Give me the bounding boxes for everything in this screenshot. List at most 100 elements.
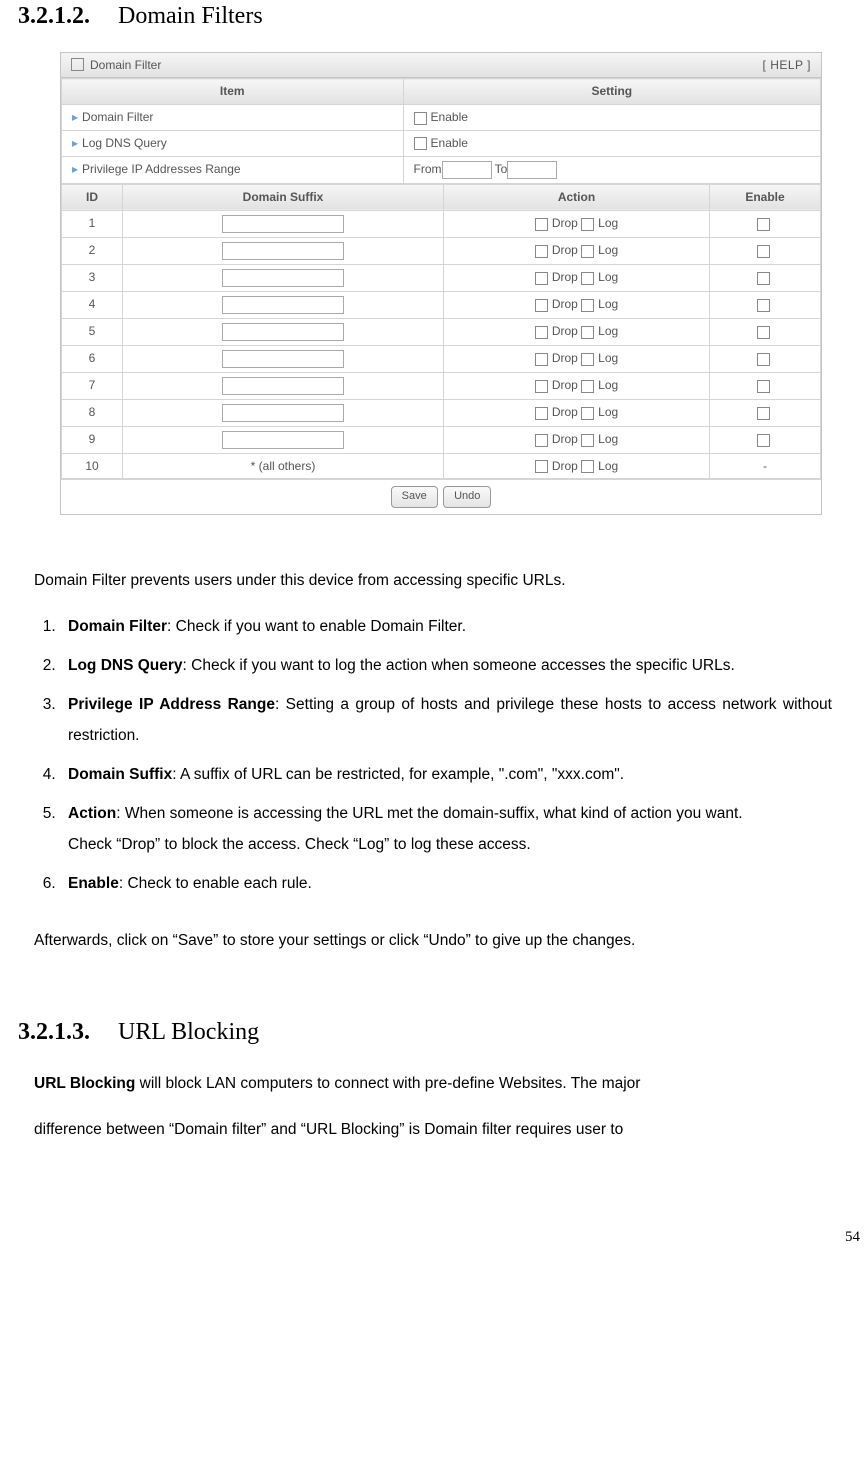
drop-checkbox[interactable]: [535, 272, 548, 285]
rule-suffix-cell: [123, 345, 444, 372]
rule-action-cell: Drop Log: [444, 426, 710, 453]
rule-action-cell: Drop Log: [444, 399, 710, 426]
rule-suffix-cell: [123, 318, 444, 345]
section-number: 3.2.1.2.: [18, 3, 90, 29]
col-action-header: Action: [444, 184, 710, 210]
rule-action-cell: Drop Log: [444, 318, 710, 345]
enable-rule-checkbox[interactable]: [757, 218, 770, 231]
rule-action-cell: Drop Log: [444, 210, 710, 237]
rule-action-cell: Drop Log: [444, 345, 710, 372]
log-dns-checkbox[interactable]: [414, 137, 427, 150]
chevron-right-icon: ▸: [72, 110, 78, 124]
panel-header: Domain Filter [ HELP ]: [61, 53, 821, 79]
log-checkbox[interactable]: [581, 245, 594, 258]
list-item: Privilege IP Address Range: Setting a gr…: [60, 689, 832, 751]
domain-suffix-input[interactable]: [222, 404, 344, 422]
button-bar: Save Undo: [61, 479, 821, 513]
rule-id: 4: [62, 291, 123, 318]
save-button[interactable]: Save: [391, 486, 438, 507]
rule-id: 1: [62, 210, 123, 237]
log-checkbox[interactable]: [581, 326, 594, 339]
enable-rule-checkbox[interactable]: [757, 326, 770, 339]
log-checkbox[interactable]: [581, 299, 594, 312]
rule-enable-cell: [710, 345, 821, 372]
log-checkbox[interactable]: [581, 218, 594, 231]
list-item: Domain Suffix: A suffix of URL can be re…: [60, 759, 832, 790]
log-checkbox[interactable]: [581, 272, 594, 285]
domain-suffix-input[interactable]: [222, 296, 344, 314]
domain-suffix-input[interactable]: [222, 377, 344, 395]
log-checkbox[interactable]: [581, 353, 594, 366]
drop-checkbox[interactable]: [535, 245, 548, 258]
rule-suffix-cell: * (all others): [123, 453, 444, 479]
intro-paragraph: Domain Filter prevents users under this …: [34, 565, 832, 596]
row-domain-filter: ▸Domain Filter: [62, 105, 404, 131]
section-title: URL Blocking: [118, 1019, 259, 1045]
drop-checkbox[interactable]: [535, 218, 548, 231]
chevron-right-icon: ▸: [72, 162, 78, 176]
section-number: 3.2.1.3.: [18, 1019, 90, 1045]
list-item: Log DNS Query: Check if you want to log …: [60, 650, 832, 681]
domain-suffix-input[interactable]: [222, 269, 344, 287]
panel-title: Domain Filter: [90, 57, 161, 74]
rule-enable-cell: [710, 264, 821, 291]
drop-checkbox[interactable]: [535, 407, 548, 420]
rule-suffix-cell: [123, 237, 444, 264]
list-item: Enable: Check to enable each rule.: [60, 868, 832, 899]
url-blocking-p1: URL Blocking will block LAN computers to…: [34, 1068, 832, 1099]
priv-ip-from-input[interactable]: [442, 161, 492, 179]
domain-suffix-input[interactable]: [222, 350, 344, 368]
rule-id: 8: [62, 399, 123, 426]
enable-rule-checkbox[interactable]: [757, 434, 770, 447]
priv-ip-to-input[interactable]: [507, 161, 557, 179]
enable-rule-checkbox[interactable]: [757, 407, 770, 420]
drop-checkbox[interactable]: [535, 353, 548, 366]
section-title: Domain Filters: [118, 3, 263, 29]
enable-rule-checkbox[interactable]: [757, 272, 770, 285]
rule-enable-cell: -: [710, 453, 821, 479]
domain-suffix-input[interactable]: [222, 215, 344, 233]
drop-checkbox[interactable]: [535, 434, 548, 447]
log-checkbox[interactable]: [581, 460, 594, 473]
rule-suffix-cell: [123, 399, 444, 426]
enable-rule-checkbox[interactable]: [757, 245, 770, 258]
page-number: 54: [0, 1227, 864, 1248]
rule-enable-cell: [710, 291, 821, 318]
setting-log-dns-enable: Enable: [403, 130, 820, 156]
rule-action-cell: Drop Log: [444, 453, 710, 479]
undo-button[interactable]: Undo: [443, 486, 491, 507]
row-log-dns: ▸Log DNS Query: [62, 130, 404, 156]
rule-enable-cell: [710, 399, 821, 426]
section-heading-1: 3.2.1.2. Domain Filters: [18, 0, 834, 34]
rule-id: 10: [62, 453, 123, 479]
enable-rule-checkbox[interactable]: [757, 299, 770, 312]
domain-suffix-input[interactable]: [222, 323, 344, 341]
rule-suffix-cell: [123, 372, 444, 399]
enable-rule-checkbox[interactable]: [757, 353, 770, 366]
url-blocking-p2: difference between “Domain filter” and “…: [34, 1114, 832, 1145]
drop-checkbox[interactable]: [535, 299, 548, 312]
setting-domain-filter-enable: Enable: [403, 105, 820, 131]
drop-checkbox[interactable]: [535, 326, 548, 339]
rule-action-cell: Drop Log: [444, 372, 710, 399]
afterwards-paragraph: Afterwards, click on “Save” to store you…: [34, 925, 832, 956]
list-item: Domain Filter: Check if you want to enab…: [60, 611, 832, 642]
rule-enable-cell: [710, 372, 821, 399]
section-heading-2: 3.2.1.3. URL Blocking: [18, 1016, 834, 1050]
log-checkbox[interactable]: [581, 434, 594, 447]
domain-suffix-input[interactable]: [222, 242, 344, 260]
drop-checkbox[interactable]: [535, 460, 548, 473]
domain-filter-panel: Domain Filter [ HELP ] Item Setting ▸Dom…: [60, 52, 822, 515]
help-link[interactable]: [ HELP ]: [763, 57, 811, 74]
domain-filter-checkbox[interactable]: [414, 112, 427, 125]
rule-id: 6: [62, 345, 123, 372]
rule-id: 9: [62, 426, 123, 453]
log-checkbox[interactable]: [581, 407, 594, 420]
rule-id: 3: [62, 264, 123, 291]
domain-suffix-input[interactable]: [222, 431, 344, 449]
setting-priv-ip: From To: [403, 156, 820, 183]
rule-id: 2: [62, 237, 123, 264]
drop-checkbox[interactable]: [535, 380, 548, 393]
log-checkbox[interactable]: [581, 380, 594, 393]
enable-rule-checkbox[interactable]: [757, 380, 770, 393]
